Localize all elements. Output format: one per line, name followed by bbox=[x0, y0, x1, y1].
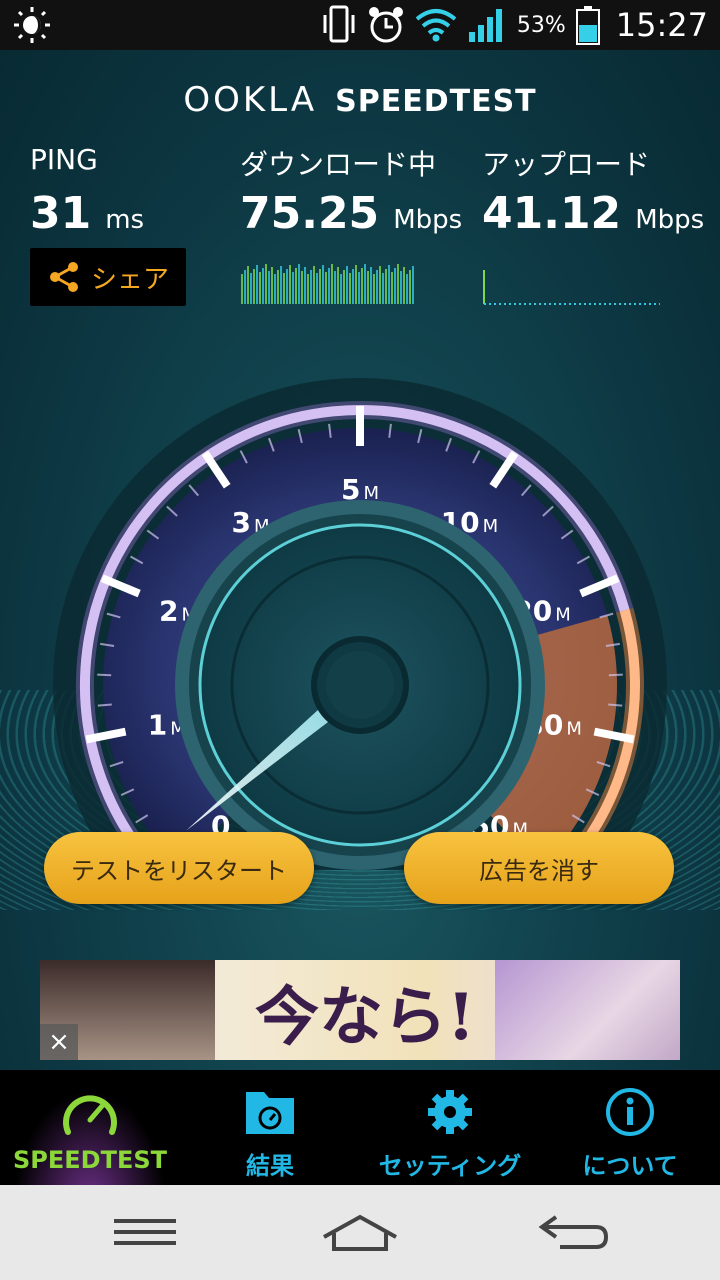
share-icon bbox=[49, 262, 78, 292]
home-icon[interactable] bbox=[320, 1209, 400, 1255]
download-label: ダウンロード中 bbox=[240, 148, 437, 181]
product-name: SPEEDTEST bbox=[335, 84, 537, 119]
vibrate-icon bbox=[323, 5, 355, 43]
download-graph bbox=[241, 264, 414, 304]
ad-headline: 今なら! bbox=[255, 980, 476, 1055]
ad-banner[interactable]: 今なら! × bbox=[40, 960, 680, 1060]
speed-gauge: 01M2M3M5M10M20M30M50M bbox=[53, 378, 667, 870]
bottom-nav: SPEEDTEST 結果 セッティング について bbox=[0, 1070, 720, 1185]
nav-label: SPEEDTEST bbox=[12, 1146, 167, 1174]
brightness-icon bbox=[14, 7, 50, 43]
alarm-icon bbox=[368, 7, 403, 43]
upload-readout: 41.12 Mbps bbox=[482, 188, 704, 239]
speedometer-icon bbox=[63, 1095, 117, 1135]
nav-label: 結果 bbox=[246, 1152, 294, 1180]
nav-about[interactable]: について bbox=[540, 1070, 720, 1185]
download-unit: Mbps bbox=[393, 205, 463, 235]
share-label: シェア bbox=[90, 264, 169, 295]
gear-icon bbox=[428, 1090, 472, 1134]
battery-icon bbox=[575, 6, 600, 45]
app-logo: OOKLA SPEEDTEST bbox=[0, 80, 720, 120]
signal-icon bbox=[468, 9, 502, 42]
upload-graph bbox=[483, 270, 660, 305]
gauge-minor-tick bbox=[97, 673, 112, 677]
gear-tooth bbox=[446, 1090, 454, 1100]
clock: 15:27 bbox=[615, 6, 708, 44]
upload-unit: Mbps bbox=[635, 205, 705, 235]
gear-tooth bbox=[446, 1124, 454, 1134]
download-value: 75.25 bbox=[240, 188, 380, 239]
ad-close-button[interactable]: × bbox=[40, 1024, 78, 1060]
nav-label: について bbox=[582, 1152, 678, 1180]
gauge-minor-tick bbox=[608, 703, 623, 707]
speedtest-screen: OOKLA SPEEDTEST PING 31 ms ダウンロード中 75.25 Mb… bbox=[0, 50, 720, 1070]
status-bar: 53% 15:27 bbox=[0, 0, 720, 50]
battery-percent: 53% bbox=[516, 12, 566, 38]
gauge-minor-tick bbox=[97, 703, 112, 707]
gauge-needle-cap-inner bbox=[326, 651, 394, 719]
nav-speedtest[interactable]: SPEEDTEST bbox=[0, 1070, 180, 1185]
download-readout: 75.25 Mbps bbox=[240, 188, 462, 239]
ping-unit: ms bbox=[105, 205, 145, 235]
restart-test-button[interactable]: テストをリスタート bbox=[44, 832, 314, 904]
gauge-minor-tick bbox=[608, 673, 623, 677]
results-folder-icon bbox=[246, 1092, 294, 1134]
menu-icon[interactable] bbox=[112, 1209, 178, 1255]
gear-tooth bbox=[462, 1108, 472, 1116]
info-icon bbox=[606, 1088, 654, 1136]
ping-readout: 31 ms bbox=[30, 188, 144, 239]
nav-results[interactable]: 結果 bbox=[180, 1070, 360, 1185]
wifi-icon bbox=[415, 9, 457, 42]
back-icon[interactable] bbox=[538, 1209, 610, 1255]
nav-label: セッティング bbox=[378, 1152, 522, 1180]
ad-character-right bbox=[495, 960, 680, 1060]
ping-label: PING bbox=[30, 143, 98, 176]
gear-tooth bbox=[428, 1108, 438, 1116]
remove-ads-button[interactable]: 広告を消す bbox=[404, 832, 674, 904]
system-nav-bar bbox=[0, 1185, 720, 1280]
brand-name: OOKLA bbox=[183, 80, 318, 120]
ping-value: 31 bbox=[30, 188, 92, 239]
share-button[interactable]: シェア bbox=[30, 248, 186, 306]
upload-label: アップロード bbox=[482, 148, 651, 181]
upload-value: 41.12 bbox=[482, 188, 622, 239]
nav-settings[interactable]: セッティング bbox=[360, 1070, 540, 1185]
